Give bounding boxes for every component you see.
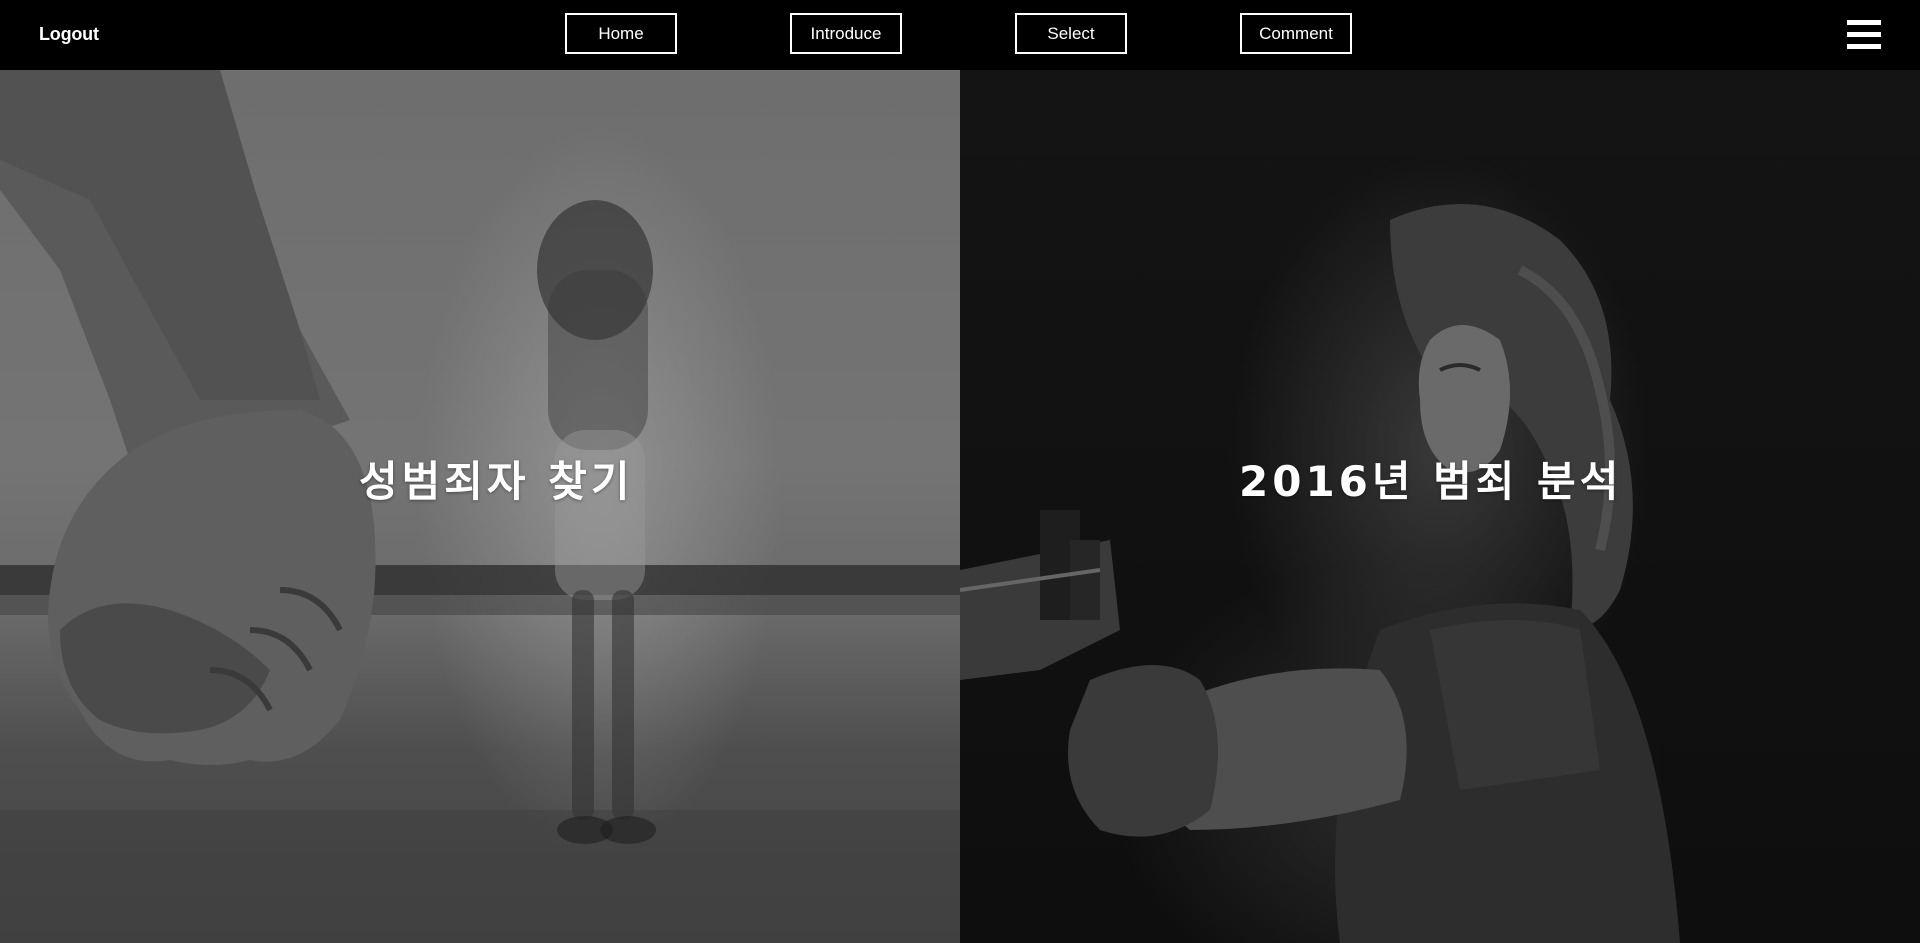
crime-analysis-title: 2016년 범죄 분석 [1239,457,1623,506]
hamburger-menu-icon[interactable] [1847,20,1881,50]
logout-link[interactable]: Logout [39,24,99,45]
nav-comment-button[interactable]: Comment [1240,13,1352,54]
sex-offender-search-title: 성범죄자 찾기 [359,457,634,506]
sex-offender-search-panel[interactable]: 성범죄자 찾기 [0,70,960,943]
crime-analysis-panel[interactable]: 2016년 범죄 분석 [960,70,1920,943]
nav-home-button[interactable]: Home [565,13,677,54]
top-navbar: Logout Home Introduce Select Comment [0,0,1920,70]
nav-select-button[interactable]: Select [1015,13,1127,54]
nav-introduce-button[interactable]: Introduce [790,13,902,54]
